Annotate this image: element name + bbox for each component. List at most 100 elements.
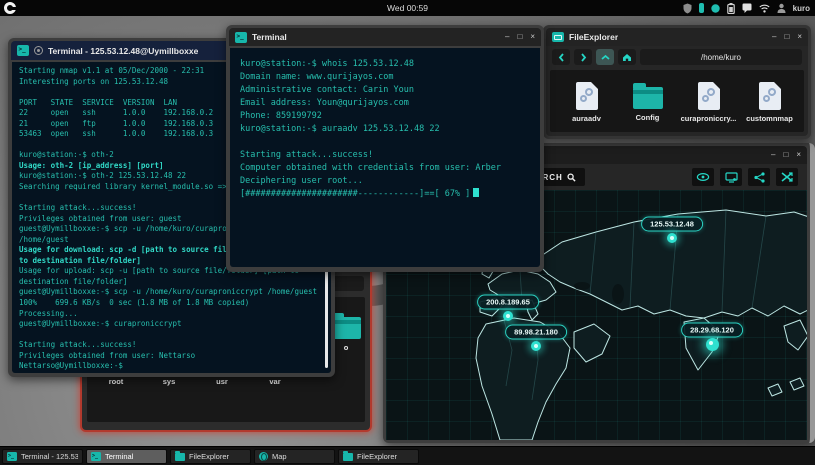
taskbar-item-icon <box>175 453 185 461</box>
remote-desktop-button[interactable] <box>720 168 742 186</box>
shuffle-icon <box>781 172 793 182</box>
window-controls: – □ × <box>772 33 802 41</box>
maximize-button[interactable]: □ <box>784 33 789 41</box>
file-label: Config <box>617 113 678 122</box>
minimize-button[interactable]: – <box>772 33 776 41</box>
username[interactable]: kuro <box>793 4 810 13</box>
node-dot-icon[interactable] <box>667 233 677 243</box>
terminal-icon <box>235 32 247 43</box>
maximize-button[interactable]: □ <box>517 33 522 41</box>
ip-label[interactable]: 200.8.189.65 <box>477 295 539 310</box>
terminal-line: Nettarso@Uymillboxxe:-$ <box>19 361 324 372</box>
system-tray: kuro <box>683 0 810 16</box>
search-icon <box>567 173 576 182</box>
taskbar-item-icon <box>343 453 353 461</box>
folder-icon <box>331 317 361 339</box>
back-button[interactable] <box>552 49 570 65</box>
close-button[interactable]: × <box>797 33 802 41</box>
file-label: customnmap <box>739 114 800 123</box>
taskbar-item[interactable]: FileExplorer <box>170 449 251 464</box>
maximize-button[interactable]: □ <box>783 151 788 159</box>
share-icon <box>754 172 765 183</box>
file-icon <box>698 82 720 110</box>
node-dot-icon[interactable] <box>503 311 513 321</box>
messages-icon[interactable] <box>742 3 752 13</box>
ip-label[interactable]: 89.98.21.180 <box>505 325 567 340</box>
terminal-line: Phone: 859199792 <box>240 110 530 123</box>
file-label: curaproniccry... <box>678 114 739 123</box>
forward-button[interactable] <box>574 49 592 65</box>
close-button[interactable]: × <box>796 151 801 159</box>
wifi-icon[interactable] <box>759 4 770 13</box>
node-dot-icon[interactable] <box>706 338 719 351</box>
monitor-icon <box>725 172 738 183</box>
terminal-line: Administrative contact: Carin Youn <box>240 84 530 97</box>
taskbar-item-label: FileExplorer <box>189 452 229 461</box>
terminal-line: Privileges obtained from user: Nettarso <box>19 351 324 362</box>
shield-icon[interactable] <box>683 3 692 14</box>
node-dot-icon[interactable] <box>531 341 541 351</box>
file-icon <box>759 82 781 110</box>
file-icon <box>576 82 598 110</box>
window-controls: – □ × <box>771 151 801 159</box>
share-button[interactable] <box>748 168 770 186</box>
taskbar-item-icon <box>91 452 101 461</box>
close-button[interactable]: × <box>530 33 535 41</box>
window-controls: – □ × <box>505 33 535 41</box>
titlebar[interactable]: FileExplorer – □ × <box>546 28 808 46</box>
up-button[interactable] <box>596 49 614 65</box>
taskbar-item-label: Terminal <box>105 452 133 461</box>
network-status-icon[interactable] <box>711 4 720 13</box>
ip-label[interactable]: 28.29.68.120 <box>681 323 743 338</box>
shuffle-button[interactable] <box>776 168 798 186</box>
taskbar-item[interactable]: Terminal - 125.53... <box>2 449 83 464</box>
terminal-line: guest@Uymillboxxe:-$ scp -u /home/kuro/c… <box>19 287 324 298</box>
terminal-line: guest@Uymillboxxe:-$ curaproniccrypt <box>19 319 324 330</box>
taskbar-item-label: Map <box>272 452 287 461</box>
visibility-button[interactable] <box>692 168 714 186</box>
taskbar-item-icon <box>7 452 17 461</box>
window-title: Terminal - 125.53.12.48@Uymillboxxe <box>48 46 198 56</box>
map-tools <box>692 168 798 186</box>
folder-label: root <box>101 377 131 386</box>
file-explorer-icon <box>552 32 564 42</box>
home-button[interactable] <box>618 49 636 65</box>
file-item[interactable]: auraadv <box>556 80 617 123</box>
user-account-icon[interactable] <box>777 3 786 13</box>
terminal-line: kuro@station:-$ whois 125.53.12.48 <box>240 58 530 71</box>
file-item[interactable]: customnmap <box>739 80 800 123</box>
terminal-line: Starting attack...success! <box>19 340 324 351</box>
file-item[interactable]: Config <box>617 80 678 122</box>
taskbar-item-icon <box>259 452 268 461</box>
file-explorer-window: FileExplorer – □ × <box>543 25 811 139</box>
menubar: Wed 00:59 kuro <box>0 0 815 16</box>
taskbar-item[interactable]: Terminal <box>86 449 167 464</box>
taskbar-item[interactable]: Map <box>254 449 335 464</box>
ip-label[interactable]: 125.53.12.48 <box>641 217 703 232</box>
terminal-icon <box>17 45 29 56</box>
file-explorer-body: /home/kuro auraadv Config curaproniccry.… <box>546 46 808 136</box>
terminal-line: 100% 699.6 KB/s 0 sec (1.8 MB of 1.8 MB … <box>19 298 324 309</box>
terminal-line: [######################------------]==[ … <box>240 188 530 201</box>
window-title: FileExplorer <box>569 32 618 42</box>
terminal-line: destination file/folder] <box>19 277 324 288</box>
eye-icon <box>696 172 710 182</box>
terminal-line: Deciphering user root... <box>240 175 530 188</box>
folder-label: usr <box>207 377 237 386</box>
taskbar-item[interactable]: FileExplorer <box>338 449 419 464</box>
settings-icon[interactable] <box>34 46 43 55</box>
terminal-line: Domain name: www.qurijayos.com <box>240 71 530 84</box>
titlebar[interactable]: Terminal – □ × <box>229 28 541 46</box>
folder-label: var <box>260 377 290 386</box>
file-list: auraadv Config curaproniccry... customnm… <box>550 70 804 132</box>
terminal-output[interactable]: kuro@station:-$ whois 125.53.12.48Domain… <box>230 48 540 267</box>
window-title: Terminal <box>252 32 287 42</box>
battery-icon[interactable] <box>727 3 735 14</box>
minimize-button[interactable]: – <box>771 151 775 159</box>
folder-icon <box>633 87 663 109</box>
minimize-button[interactable]: – <box>505 33 509 41</box>
vpn-status-icon[interactable] <box>699 3 704 13</box>
terminal-line <box>240 136 530 149</box>
file-item[interactable]: curaproniccry... <box>678 80 739 123</box>
address-bar[interactable]: /home/kuro <box>640 49 802 65</box>
